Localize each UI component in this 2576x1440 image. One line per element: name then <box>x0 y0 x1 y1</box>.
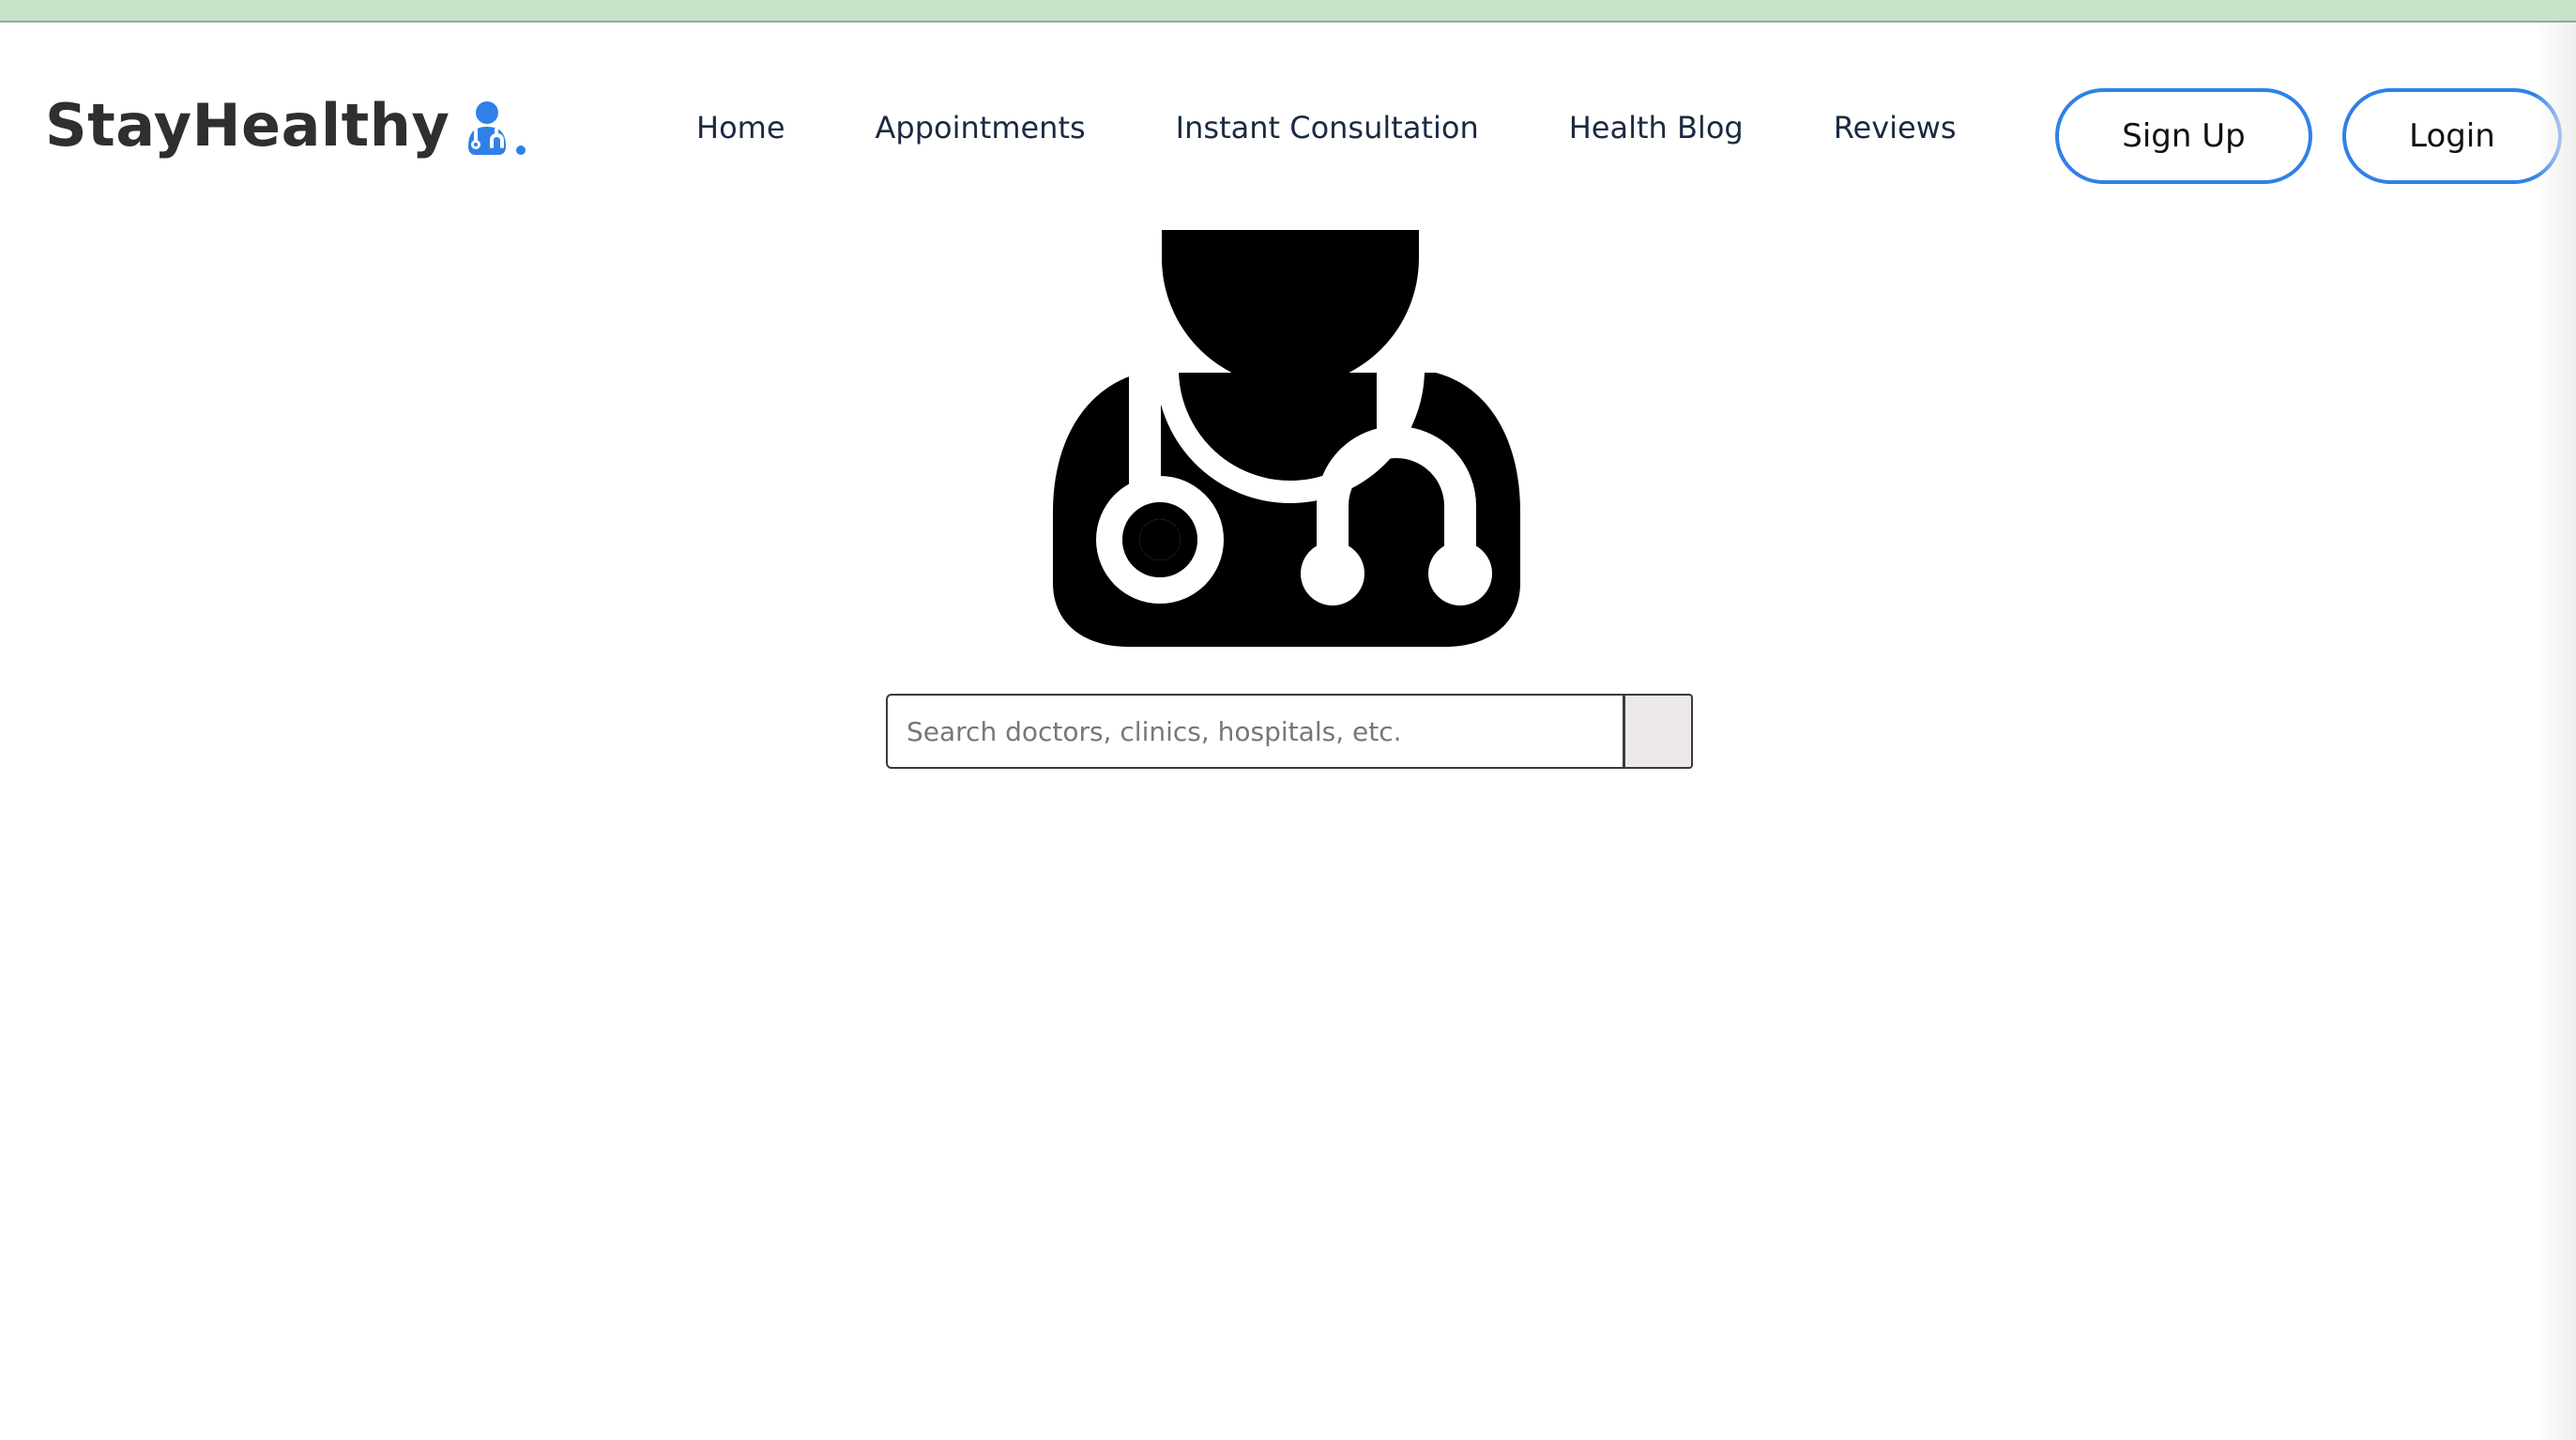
main-nav: Home Appointments Instant Consultation H… <box>696 107 1957 148</box>
nav-home[interactable]: Home <box>696 110 785 146</box>
doctor-stethoscope-icon <box>1053 230 1520 647</box>
sign-up-button[interactable]: Sign Up <box>2055 88 2312 184</box>
doctor-stethoscope-icon <box>468 101 526 155</box>
login-button[interactable]: Login <box>2342 88 2562 184</box>
nav-health-blog[interactable]: Health Blog <box>1569 110 1744 146</box>
search-bar <box>886 694 1693 769</box>
nav-appointments[interactable]: Appointments <box>876 110 1086 146</box>
nav-reviews[interactable]: Reviews <box>1834 110 1957 146</box>
brand-logo[interactable]: StayHealthy <box>45 94 528 158</box>
search-button[interactable] <box>1625 694 1693 769</box>
search-input[interactable] <box>886 694 1625 769</box>
brand-name: StayHealthy <box>45 91 450 160</box>
window-edge-shadow <box>2535 23 2576 1440</box>
browser-top-strip <box>0 0 2576 23</box>
nav-instant-consultation[interactable]: Instant Consultation <box>1176 110 1479 146</box>
